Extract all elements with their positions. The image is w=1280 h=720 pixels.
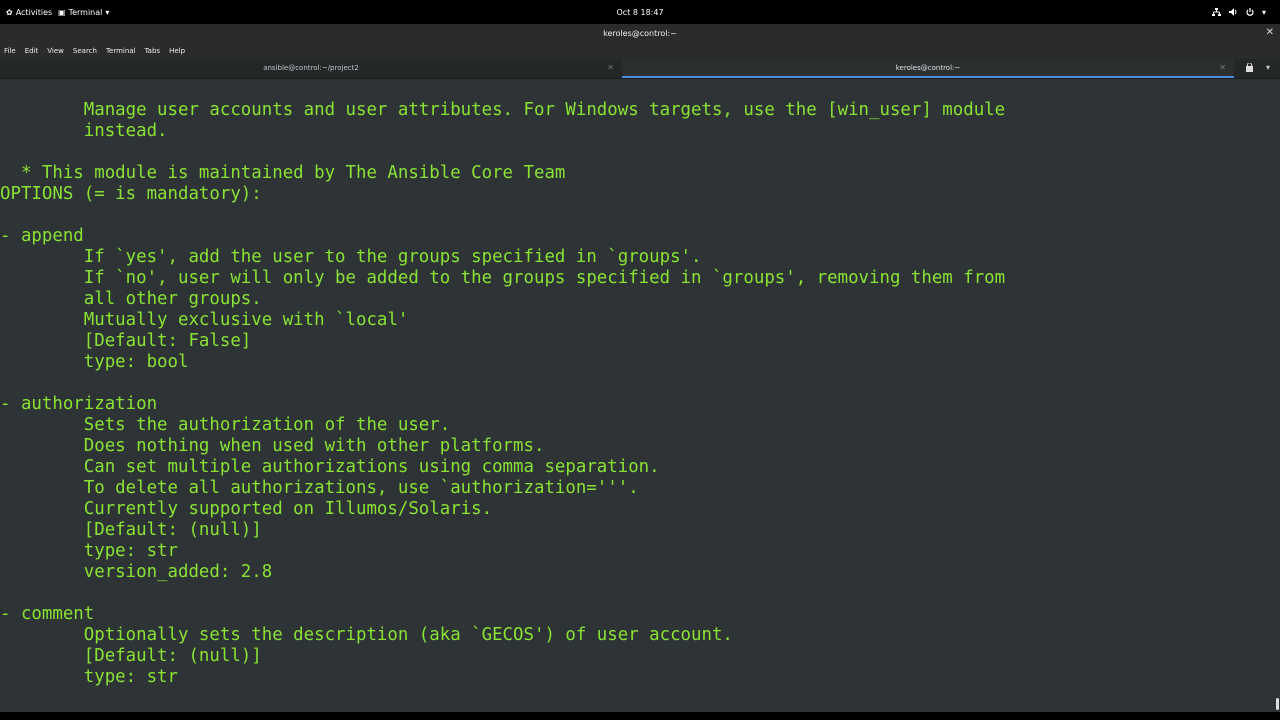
system-status-menu[interactable]: ▾ <box>1211 8 1266 18</box>
terminal-line: Sets the authorization of the user. <box>0 415 451 435</box>
network-icon <box>1211 8 1221 18</box>
power-icon <box>1246 8 1254 18</box>
screen-bottom-edge <box>0 712 1280 720</box>
terminal-line: Does nothing when used with other platfo… <box>0 436 545 456</box>
terminal-line: Optionally sets the description (aka `GE… <box>0 625 733 645</box>
app-menu-button[interactable]: ▣ Terminal ▾ <box>58 8 109 17</box>
tab-label: ansible@control:~/project2 <box>263 64 359 72</box>
terminal-line: - authorization <box>0 394 158 414</box>
terminal-line: instead. <box>0 121 168 141</box>
terminal-window: keroles@control:~ ✕ File Edit View Searc… <box>0 24 1280 712</box>
window-titlebar[interactable]: keroles@control:~ ✕ <box>0 24 1280 43</box>
terminal-line: - comment <box>0 604 95 624</box>
menu-tabs[interactable]: Tabs <box>145 47 161 55</box>
menu-file[interactable]: File <box>4 47 16 55</box>
menu-edit[interactable]: Edit <box>25 47 39 55</box>
terminal-line: Manage user accounts and user attributes… <box>0 100 1006 120</box>
terminal-line: If `yes', add the user to the groups spe… <box>0 247 702 267</box>
tab-keroles-control[interactable]: keroles@control:~ ✕ <box>622 59 1234 78</box>
terminal-line: [Default: (null)] <box>0 646 262 666</box>
terminal-line: If `no', user will only be added to the … <box>0 268 1006 288</box>
terminal-line: OPTIONS (= is mandatory): <box>0 184 262 204</box>
terminal-line: * This module is maintained by The Ansib… <box>0 163 566 183</box>
terminal-app-icon: ▣ <box>58 7 66 17</box>
menu-bar: File Edit View Search Terminal Tabs Help <box>0 43 1280 59</box>
activities-icon: ✿ <box>6 7 13 17</box>
terminal-line: Mutually exclusive with `local' <box>0 310 409 330</box>
tab-label: keroles@control:~ <box>895 64 961 72</box>
terminal-scrollbar[interactable] <box>1274 79 1280 712</box>
volume-icon <box>1228 8 1238 18</box>
scrollbar-thumb[interactable] <box>1276 698 1279 710</box>
terminal-line: all other groups. <box>0 289 262 309</box>
terminal-line: - append <box>0 226 84 246</box>
terminal-line: version_added: 2.8 <box>0 562 273 582</box>
close-tab-icon[interactable]: ✕ <box>1219 63 1226 72</box>
window-title: keroles@control:~ <box>603 29 677 38</box>
terminal-output[interactable]: Manage user accounts and user attributes… <box>0 79 1274 712</box>
menu-help[interactable]: Help <box>169 47 185 55</box>
terminal-line: To delete all authorizations, use `autho… <box>0 478 639 498</box>
activities-label: Activities <box>15 8 53 17</box>
terminal-line: Currently supported on Illumos/Solaris. <box>0 499 493 519</box>
chevron-down-icon: ▾ <box>105 7 110 17</box>
clock[interactable]: Oct 8 18:47 <box>616 8 663 17</box>
active-tab-indicator <box>622 76 1234 78</box>
terminal-line: Can set multiple authorizations using co… <box>0 457 660 477</box>
new-tab-icon[interactable] <box>1245 62 1254 74</box>
tabs-menu-chevron-icon[interactable]: ▾ <box>1266 63 1270 72</box>
terminal-line: [Default: False] <box>0 331 252 351</box>
tab-ansible-project2[interactable]: ansible@control:~/project2 ✕ <box>0 59 622 78</box>
activities-button[interactable]: ✿ Activities <box>6 8 52 17</box>
close-icon[interactable]: ✕ <box>1266 27 1274 38</box>
menu-terminal[interactable]: Terminal <box>106 47 136 55</box>
terminal-line: type: str <box>0 667 178 687</box>
terminal-line: [Default: (null)] <box>0 520 262 540</box>
terminal-line: type: str <box>0 541 178 561</box>
terminal-line: type: bool <box>0 352 189 372</box>
app-menu-label: Terminal <box>68 8 103 17</box>
chevron-down-icon: ▾ <box>1261 8 1266 17</box>
menu-view[interactable]: View <box>47 47 64 55</box>
top-bar: ✿ Activities ▣ Terminal ▾ Oct 8 18:47 ▾ <box>0 0 1280 24</box>
close-tab-icon[interactable]: ✕ <box>607 63 614 72</box>
menu-search[interactable]: Search <box>73 47 97 55</box>
tab-bar: ansible@control:~/project2 ✕ keroles@con… <box>0 59 1280 79</box>
